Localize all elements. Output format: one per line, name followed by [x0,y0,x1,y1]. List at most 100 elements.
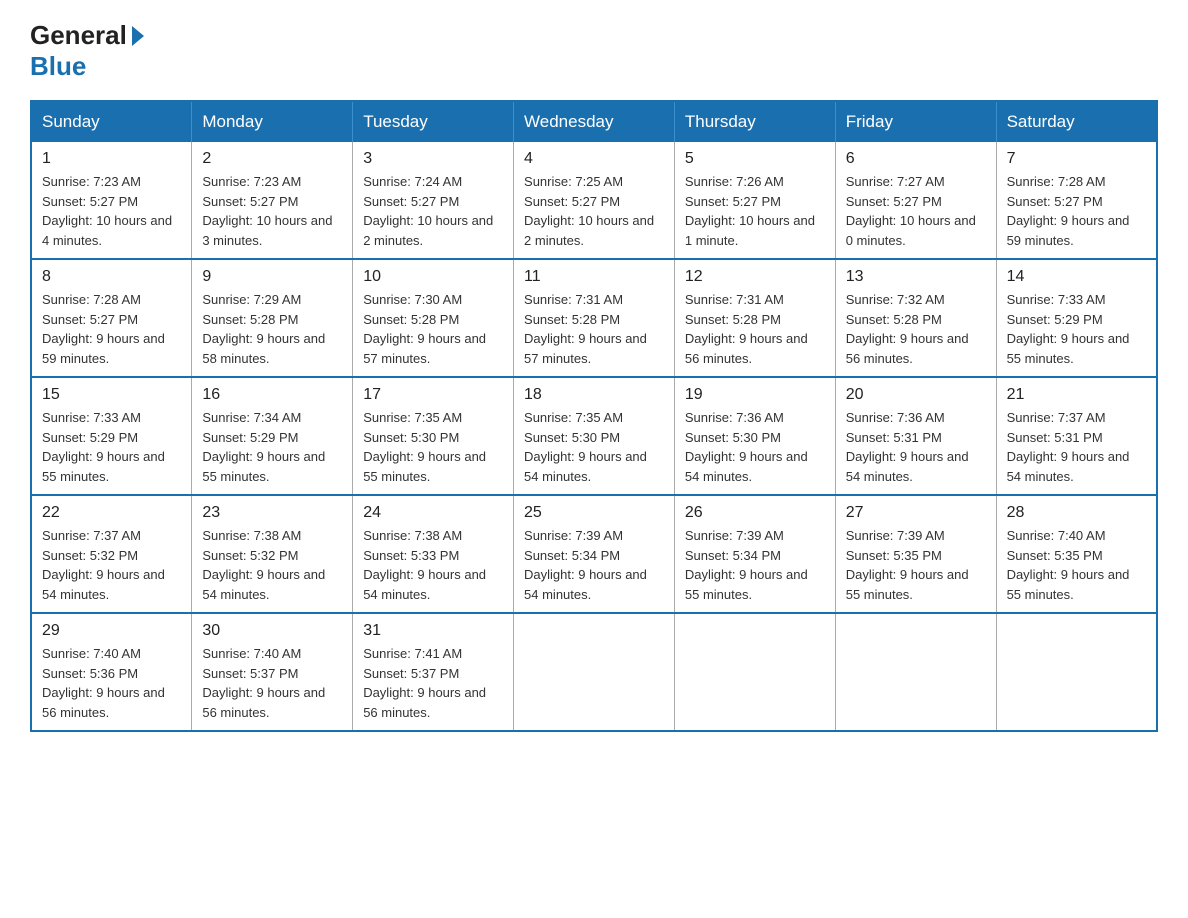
calendar-weekday-wednesday: Wednesday [514,101,675,142]
cell-info: Sunrise: 7:32 AMSunset: 5:28 PMDaylight:… [846,290,986,368]
calendar-cell [674,613,835,731]
calendar-cell: 26 Sunrise: 7:39 AMSunset: 5:34 PMDaylig… [674,495,835,613]
cell-info: Sunrise: 7:31 AMSunset: 5:28 PMDaylight:… [524,290,664,368]
cell-info: Sunrise: 7:38 AMSunset: 5:33 PMDaylight:… [363,526,503,604]
page-header: General Blue [30,20,1158,82]
day-number: 25 [524,504,664,522]
cell-info: Sunrise: 7:27 AMSunset: 5:27 PMDaylight:… [846,172,986,250]
calendar-week-row-1: 1 Sunrise: 7:23 AMSunset: 5:27 PMDayligh… [31,142,1157,259]
day-number: 23 [202,504,342,522]
calendar-cell: 2 Sunrise: 7:23 AMSunset: 5:27 PMDayligh… [192,142,353,259]
day-number: 17 [363,386,503,404]
day-number: 28 [1007,504,1146,522]
cell-info: Sunrise: 7:36 AMSunset: 5:30 PMDaylight:… [685,408,825,486]
calendar-cell: 29 Sunrise: 7:40 AMSunset: 5:36 PMDaylig… [31,613,192,731]
day-number: 12 [685,268,825,286]
day-number: 13 [846,268,986,286]
day-number: 27 [846,504,986,522]
cell-info: Sunrise: 7:31 AMSunset: 5:28 PMDaylight:… [685,290,825,368]
calendar-weekday-tuesday: Tuesday [353,101,514,142]
day-number: 5 [685,150,825,168]
cell-info: Sunrise: 7:41 AMSunset: 5:37 PMDaylight:… [363,644,503,722]
cell-info: Sunrise: 7:39 AMSunset: 5:34 PMDaylight:… [685,526,825,604]
calendar-weekday-friday: Friday [835,101,996,142]
calendar-cell: 11 Sunrise: 7:31 AMSunset: 5:28 PMDaylig… [514,259,675,377]
day-number: 2 [202,150,342,168]
calendar-table: SundayMondayTuesdayWednesdayThursdayFrid… [30,100,1158,732]
calendar-cell: 1 Sunrise: 7:23 AMSunset: 5:27 PMDayligh… [31,142,192,259]
cell-info: Sunrise: 7:23 AMSunset: 5:27 PMDaylight:… [42,172,181,250]
calendar-cell: 6 Sunrise: 7:27 AMSunset: 5:27 PMDayligh… [835,142,996,259]
cell-info: Sunrise: 7:38 AMSunset: 5:32 PMDaylight:… [202,526,342,604]
day-number: 16 [202,386,342,404]
day-number: 29 [42,622,181,640]
day-number: 26 [685,504,825,522]
day-number: 31 [363,622,503,640]
day-number: 14 [1007,268,1146,286]
calendar-cell: 21 Sunrise: 7:37 AMSunset: 5:31 PMDaylig… [996,377,1157,495]
calendar-cell: 8 Sunrise: 7:28 AMSunset: 5:27 PMDayligh… [31,259,192,377]
day-number: 11 [524,268,664,286]
calendar-weekday-saturday: Saturday [996,101,1157,142]
calendar-week-row-2: 8 Sunrise: 7:28 AMSunset: 5:27 PMDayligh… [31,259,1157,377]
calendar-cell: 18 Sunrise: 7:35 AMSunset: 5:30 PMDaylig… [514,377,675,495]
day-number: 8 [42,268,181,286]
cell-info: Sunrise: 7:24 AMSunset: 5:27 PMDaylight:… [363,172,503,250]
cell-info: Sunrise: 7:25 AMSunset: 5:27 PMDaylight:… [524,172,664,250]
cell-info: Sunrise: 7:35 AMSunset: 5:30 PMDaylight:… [524,408,664,486]
day-number: 9 [202,268,342,286]
logo-general-text: General [30,20,127,51]
calendar-cell [835,613,996,731]
cell-info: Sunrise: 7:23 AMSunset: 5:27 PMDaylight:… [202,172,342,250]
calendar-cell: 28 Sunrise: 7:40 AMSunset: 5:35 PMDaylig… [996,495,1157,613]
calendar-cell: 12 Sunrise: 7:31 AMSunset: 5:28 PMDaylig… [674,259,835,377]
cell-info: Sunrise: 7:34 AMSunset: 5:29 PMDaylight:… [202,408,342,486]
cell-info: Sunrise: 7:40 AMSunset: 5:36 PMDaylight:… [42,644,181,722]
calendar-weekday-thursday: Thursday [674,101,835,142]
cell-info: Sunrise: 7:36 AMSunset: 5:31 PMDaylight:… [846,408,986,486]
day-number: 3 [363,150,503,168]
day-number: 18 [524,386,664,404]
day-number: 22 [42,504,181,522]
calendar-cell: 30 Sunrise: 7:40 AMSunset: 5:37 PMDaylig… [192,613,353,731]
calendar-weekday-monday: Monday [192,101,353,142]
calendar-cell: 25 Sunrise: 7:39 AMSunset: 5:34 PMDaylig… [514,495,675,613]
day-number: 7 [1007,150,1146,168]
cell-info: Sunrise: 7:40 AMSunset: 5:37 PMDaylight:… [202,644,342,722]
day-number: 30 [202,622,342,640]
cell-info: Sunrise: 7:30 AMSunset: 5:28 PMDaylight:… [363,290,503,368]
day-number: 19 [685,386,825,404]
day-number: 6 [846,150,986,168]
day-number: 24 [363,504,503,522]
calendar-cell: 4 Sunrise: 7:25 AMSunset: 5:27 PMDayligh… [514,142,675,259]
logo-blue-text: Blue [30,51,86,81]
calendar-cell: 13 Sunrise: 7:32 AMSunset: 5:28 PMDaylig… [835,259,996,377]
cell-info: Sunrise: 7:33 AMSunset: 5:29 PMDaylight:… [1007,290,1146,368]
calendar-cell: 23 Sunrise: 7:38 AMSunset: 5:32 PMDaylig… [192,495,353,613]
day-number: 4 [524,150,664,168]
cell-info: Sunrise: 7:26 AMSunset: 5:27 PMDaylight:… [685,172,825,250]
calendar-cell [996,613,1157,731]
calendar-cell: 22 Sunrise: 7:37 AMSunset: 5:32 PMDaylig… [31,495,192,613]
calendar-cell: 7 Sunrise: 7:28 AMSunset: 5:27 PMDayligh… [996,142,1157,259]
day-number: 21 [1007,386,1146,404]
cell-info: Sunrise: 7:39 AMSunset: 5:35 PMDaylight:… [846,526,986,604]
calendar-week-row-3: 15 Sunrise: 7:33 AMSunset: 5:29 PMDaylig… [31,377,1157,495]
calendar-body: 1 Sunrise: 7:23 AMSunset: 5:27 PMDayligh… [31,142,1157,731]
calendar-cell: 27 Sunrise: 7:39 AMSunset: 5:35 PMDaylig… [835,495,996,613]
calendar-cell: 14 Sunrise: 7:33 AMSunset: 5:29 PMDaylig… [996,259,1157,377]
cell-info: Sunrise: 7:35 AMSunset: 5:30 PMDaylight:… [363,408,503,486]
calendar-weekday-sunday: Sunday [31,101,192,142]
calendar-cell [514,613,675,731]
calendar-cell: 20 Sunrise: 7:36 AMSunset: 5:31 PMDaylig… [835,377,996,495]
calendar-cell: 3 Sunrise: 7:24 AMSunset: 5:27 PMDayligh… [353,142,514,259]
day-number: 20 [846,386,986,404]
logo: General Blue [30,20,147,82]
calendar-cell: 31 Sunrise: 7:41 AMSunset: 5:37 PMDaylig… [353,613,514,731]
cell-info: Sunrise: 7:37 AMSunset: 5:32 PMDaylight:… [42,526,181,604]
calendar-cell: 15 Sunrise: 7:33 AMSunset: 5:29 PMDaylig… [31,377,192,495]
calendar-cell: 17 Sunrise: 7:35 AMSunset: 5:30 PMDaylig… [353,377,514,495]
logo-triangle-icon [132,26,144,46]
cell-info: Sunrise: 7:39 AMSunset: 5:34 PMDaylight:… [524,526,664,604]
calendar-cell: 19 Sunrise: 7:36 AMSunset: 5:30 PMDaylig… [674,377,835,495]
